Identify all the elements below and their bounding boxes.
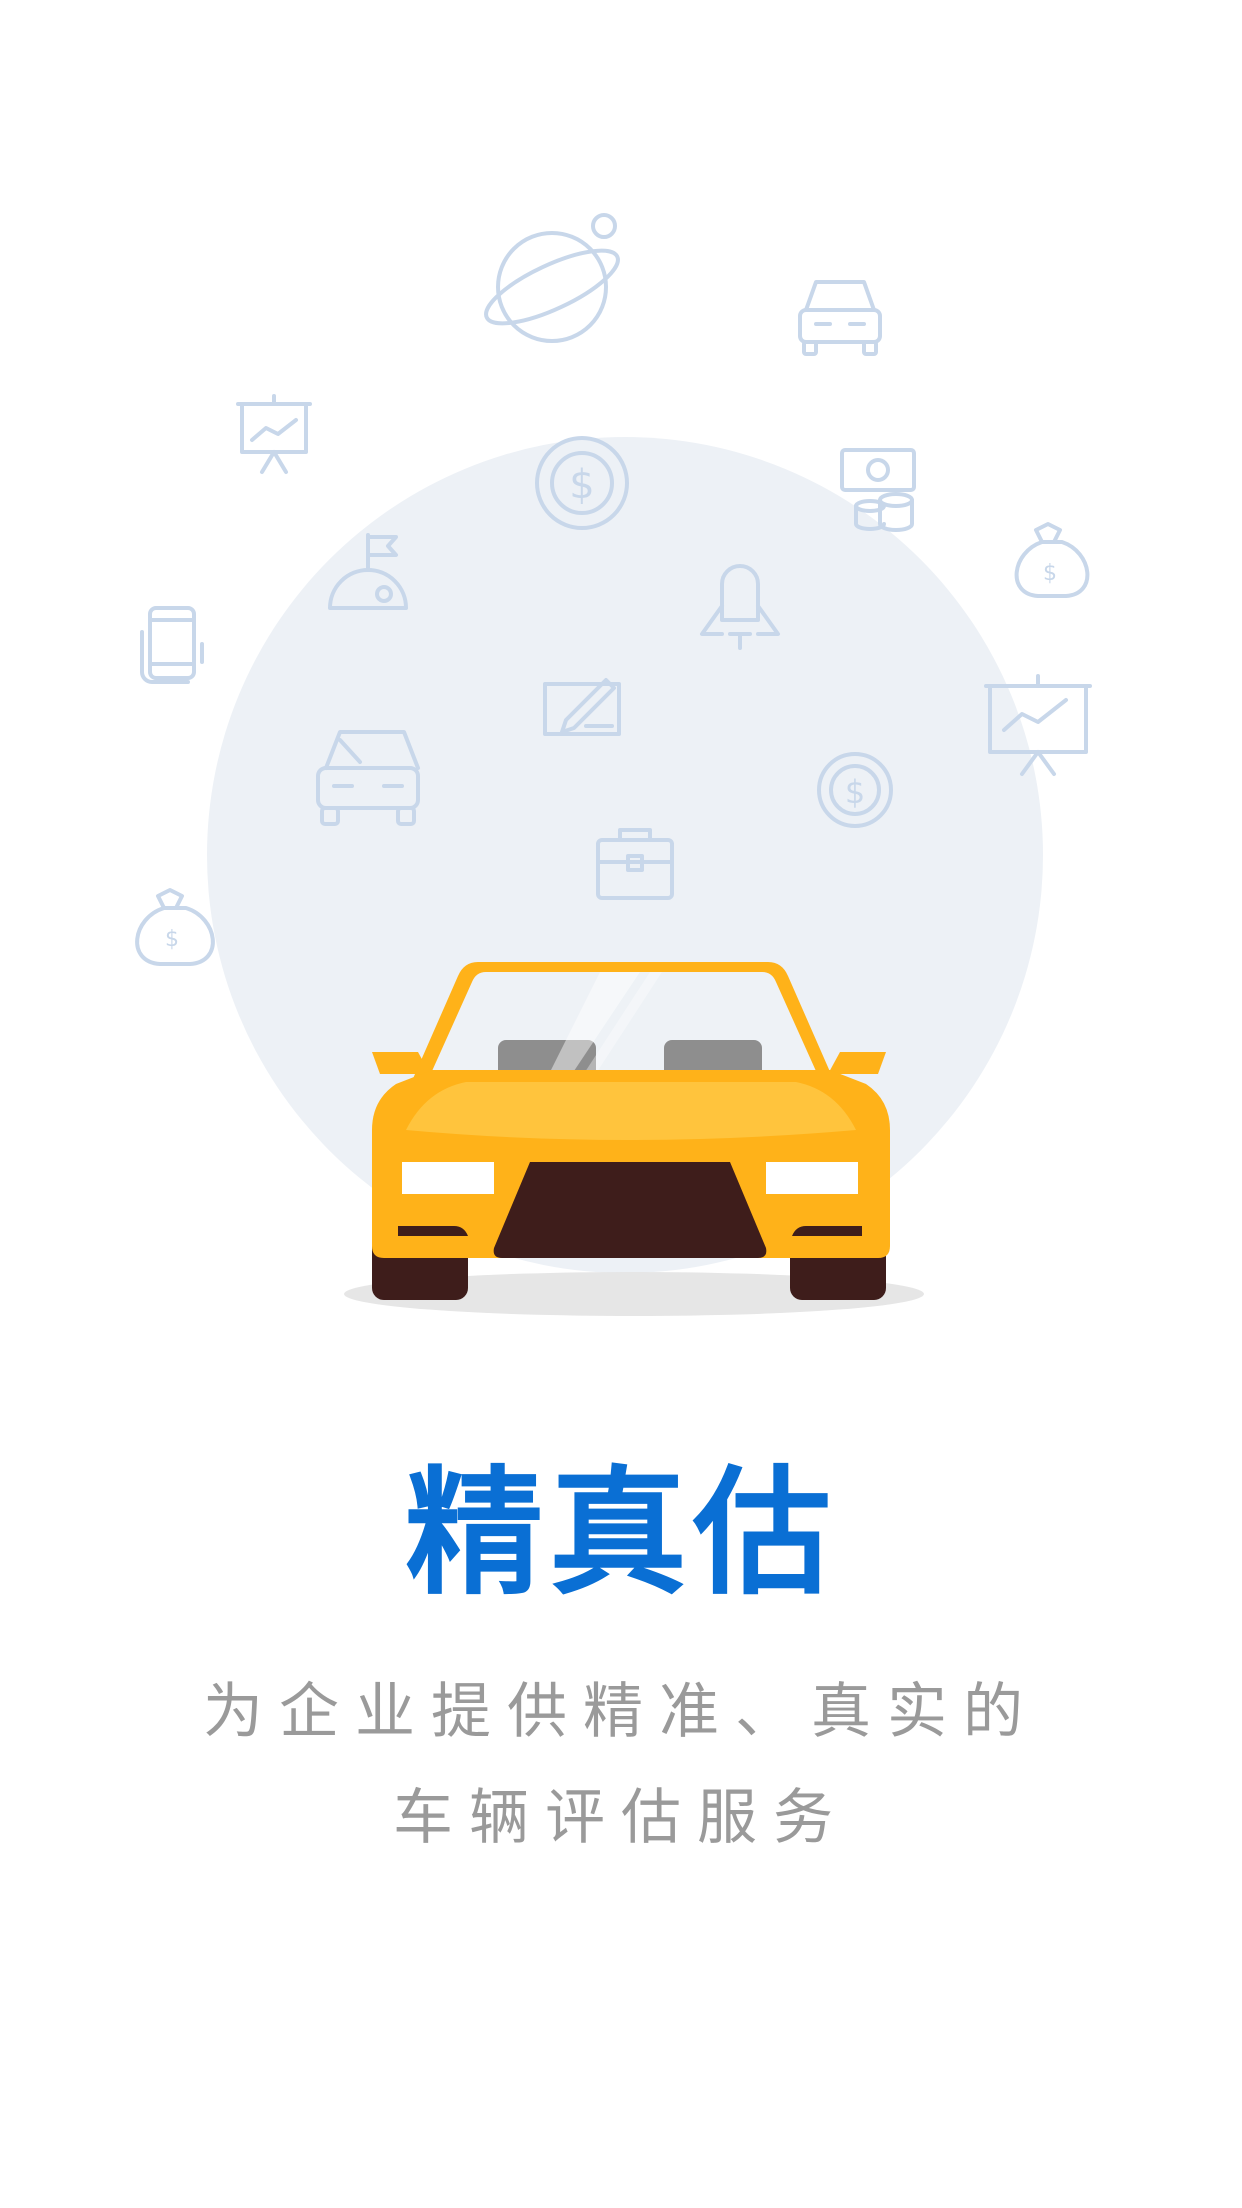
- presentation-chart-icon: [236, 394, 312, 474]
- planet-icon: [484, 213, 620, 343]
- subtitle-line-1: 为企业提供精准、真实的: [203, 1677, 1039, 1747]
- dollar-coin-icon: $: [535, 436, 629, 530]
- smartphone-icon: [140, 606, 204, 684]
- car-outline-icon: [798, 280, 882, 356]
- subtitle-line-2: 车辆评估服务: [393, 1783, 849, 1853]
- page-title: 精真估: [404, 1453, 837, 1614]
- svg-text:$: $: [845, 773, 865, 811]
- svg-text:$: $: [569, 462, 594, 508]
- onboarding-screen: $ $ $ $ 精真估 为企业提供精准、真实的 车辆评估服务: [0, 0, 1242, 2208]
- money-bag-icon: $: [135, 888, 215, 966]
- svg-text:$: $: [1043, 561, 1057, 586]
- dollar-coin-icon: $: [817, 752, 893, 828]
- svg-text:$: $: [165, 927, 179, 952]
- money-bag-icon: $: [1014, 522, 1090, 598]
- onboarding-illustration: $ $ $ $: [135, 213, 1092, 1316]
